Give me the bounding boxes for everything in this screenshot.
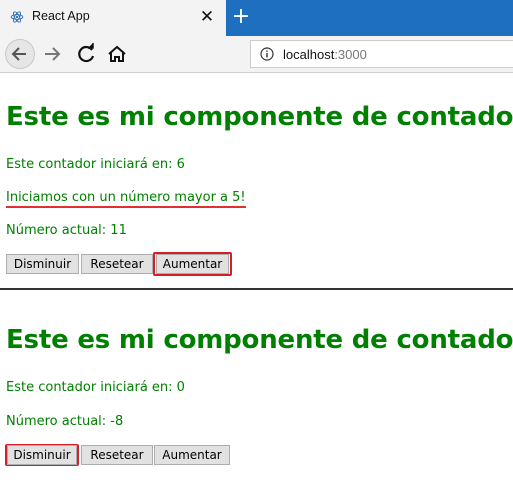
browser-tab-strip: React App ✕ + — [0, 0, 513, 36]
reset-button[interactable]: Resetear — [81, 254, 153, 274]
browser-tab[interactable]: React App ✕ — [0, 0, 226, 36]
address-bar[interactable]: localhost:3000 — [250, 40, 513, 68]
counter-heading: Este es mi componente de contador — [6, 102, 513, 132]
counter-component-1: Este es mi componente de contador Este c… — [0, 73, 513, 288]
message-text: Iniciamos con un número mayor a 5! — [6, 190, 246, 208]
tab-title: React App — [32, 9, 90, 23]
home-button[interactable] — [102, 39, 132, 69]
counter-heading: Este es mi componente de contador — [6, 325, 513, 355]
url-host: localhost — [283, 47, 335, 62]
increase-button[interactable]: Aumentar — [154, 445, 230, 465]
back-button[interactable] — [5, 39, 35, 69]
info-icon[interactable] — [260, 47, 274, 61]
react-favicon-icon — [10, 11, 24, 23]
start-value-text: Este contador iniciará en: 0 — [6, 380, 185, 395]
forward-icon — [45, 47, 61, 61]
browser-toolbar: localhost:3000 — [0, 36, 513, 73]
home-icon — [108, 45, 126, 62]
back-icon — [11, 47, 26, 61]
current-value-text: Número actual: 11 — [6, 223, 127, 238]
reload-icon — [78, 43, 95, 63]
decrease-button[interactable]: Disminuir — [6, 254, 79, 274]
url-port: :3000 — [334, 47, 367, 62]
current-value-text: Número actual: -8 — [6, 414, 124, 429]
new-tab-icon[interactable]: + — [228, 4, 254, 30]
reset-button[interactable]: Resetear — [81, 445, 153, 465]
increase-button[interactable]: Aumentar — [156, 254, 229, 274]
start-value-text: Este contador iniciará en: 6 — [6, 157, 185, 172]
url-text: localhost:3000 — [283, 47, 367, 62]
decrease-button[interactable]: Disminuir — [7, 445, 77, 465]
close-icon[interactable]: ✕ — [197, 6, 217, 28]
greater-than-five-message: Iniciamos con un número mayor a 5! — [6, 190, 246, 208]
counter-component-2: Este es mi componente de contador Este c… — [0, 290, 513, 480]
forward-button[interactable] — [37, 39, 67, 69]
reload-button[interactable] — [72, 39, 102, 69]
